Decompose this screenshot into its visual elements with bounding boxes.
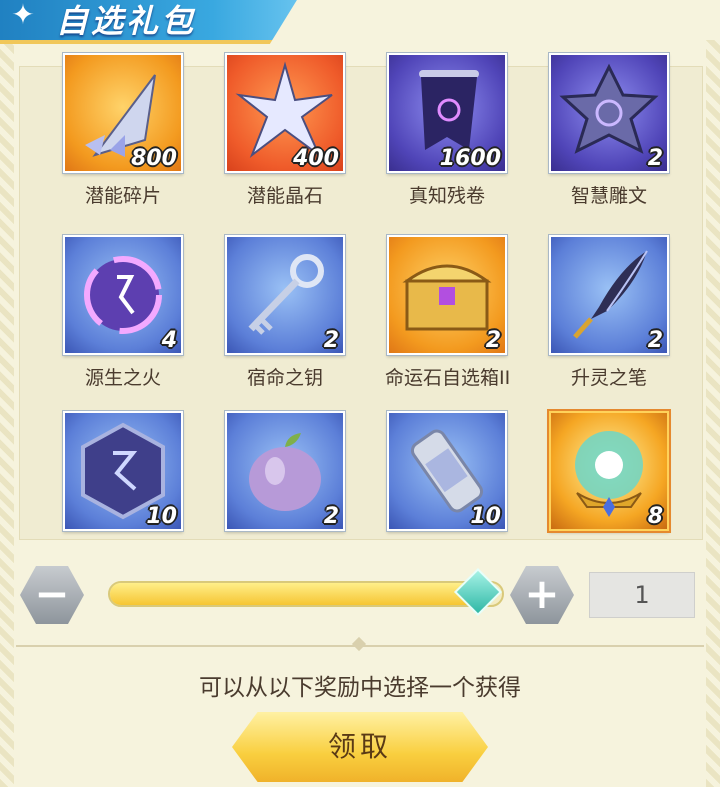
item-name: 升灵之笔 [570, 367, 647, 389]
page-title: 自选礼包 [56, 2, 197, 40]
item-count: 2 [647, 328, 663, 353]
item-name: 智慧雕文 [570, 185, 647, 207]
item-count: 2 [323, 504, 339, 529]
fruit-icon: 2 [225, 411, 345, 531]
reward-item[interactable]: 10 [385, 411, 509, 531]
reward-item[interactable]: 2 宿命之钥 [223, 235, 347, 390]
quill-pen-icon: 2 [549, 235, 669, 355]
item-count: 8 [647, 504, 663, 529]
item-count: 10 [470, 504, 501, 529]
crystal-ball-icon: 8 [549, 411, 669, 531]
treasure-chest-icon: 2 [387, 235, 507, 355]
quantity-input[interactable]: 1 [589, 572, 695, 618]
reward-item[interactable]: 2 命运石自选箱II [385, 235, 511, 390]
item-count: 2 [323, 328, 339, 353]
increase-button[interactable]: + [510, 566, 574, 624]
rune-orb-icon: 4 [63, 235, 183, 355]
claim-button-label: 领取 [327, 730, 392, 763]
reward-grid: 800 潜能碎片 400 潜能晶石 1600 真知残卷 2 智慧雕文 4 源生之… [19, 53, 703, 540]
canister-icon: 10 [387, 411, 507, 531]
scroll-banner-icon: 1600 [387, 53, 507, 173]
item-name: 真知残卷 [408, 185, 485, 207]
divider-ornament [351, 636, 367, 652]
reward-item[interactable]: 2 [223, 411, 347, 531]
item-name: 潜能碎片 [84, 185, 161, 207]
crystal-star-icon: 400 [225, 53, 345, 173]
quantity-slider[interactable] [108, 567, 504, 617]
reward-item[interactable]: 400 潜能晶石 [223, 53, 347, 208]
item-count: 400 [293, 146, 339, 171]
reward-item[interactable]: 4 源生之火 [61, 235, 185, 390]
key-icon: 2 [225, 235, 345, 355]
reward-item[interactable]: 10 [61, 411, 185, 531]
item-count: 800 [131, 146, 177, 171]
item-name: 源生之火 [84, 367, 161, 389]
reward-item[interactable]: 2 升灵之笔 [547, 235, 671, 390]
reward-item[interactable]: 2 智慧雕文 [547, 53, 671, 208]
shard-icon: 800 [63, 53, 183, 173]
item-count: 10 [146, 504, 177, 529]
item-count: 1600 [439, 146, 501, 171]
item-name: 潜能晶石 [246, 185, 323, 207]
hint-text: 可以从以下奖励中选择一个获得 [199, 675, 521, 701]
item-name: 命运石自选箱II [385, 367, 511, 389]
star-icon: ✦ [11, 0, 35, 31]
rune-stone-icon: 10 [63, 411, 183, 531]
reward-item[interactable]: 1600 真知残卷 [385, 53, 509, 208]
item-count: 2 [485, 328, 501, 353]
item-name: 宿命之钥 [246, 367, 323, 389]
slider-thumb[interactable] [454, 567, 503, 617]
rune-star-icon: 2 [549, 53, 669, 173]
reward-item[interactable]: 800 潜能碎片 [61, 53, 185, 208]
decrease-button[interactable]: − [20, 566, 84, 624]
slider-fill [110, 583, 479, 605]
reward-item[interactable]: 8 [547, 411, 671, 531]
item-count: 4 [161, 328, 177, 353]
item-count: 2 [647, 146, 663, 171]
